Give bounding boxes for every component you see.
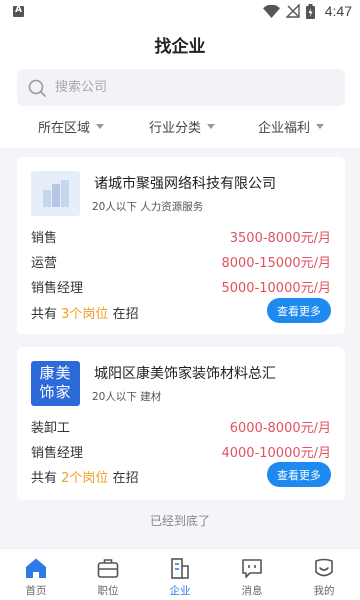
company-logo: 康美 饰家 [31,361,80,406]
status-time: 4:47 [324,3,352,19]
wifi-icon [262,4,280,18]
header: 找企业 所在区域 行业分类 企业福利 [0,24,360,148]
caret-down-icon [207,123,216,129]
job-row[interactable]: 销售 3500-8000元/月 [31,227,331,247]
job-salary: 8000-15000元/月 [221,256,331,271]
tab-label: 我的 [313,585,335,597]
summary-prefix: 共有 [31,471,58,486]
tab-home[interactable]: 首页 [0,549,72,600]
filter-benefits-label: 企业福利 [258,120,311,136]
job-summary: 共有 2个岗位 在招 [31,467,139,486]
company-meta: 20人以下 人力资源服务 [92,201,204,213]
search-input[interactable] [55,69,335,106]
tab-label: 职位 [97,585,119,597]
company-name: 城阳区康美饰家装饰材料总汇 [94,366,276,382]
job-title: 运营 [31,256,58,271]
summary-suffix: 在招 [112,471,139,486]
company-meta: 20人以下 建材 [92,391,162,403]
filter-industry-label: 行业分类 [149,120,202,136]
summary-suffix: 在招 [112,307,139,322]
job-salary: 5000-10000元/月 [221,281,331,296]
job-salary: 6000-8000元/月 [229,421,331,436]
job-salary: 4000-10000元/月 [221,446,331,461]
job-title: 销售经理 [31,281,84,296]
company-logo [31,171,80,216]
message-icon [242,559,262,578]
status-icons: 4:47 [262,3,352,19]
tab-companies[interactable]: 企业 [144,549,216,600]
job-salary: 3500-8000元/月 [229,231,331,246]
job-row[interactable]: 装卸工 6000-8000元/月 [31,417,331,437]
status-bar: 4:47 [0,0,360,24]
tab-messages[interactable]: 消息 [216,549,288,600]
job-row[interactable]: 销售经理 4000-10000元/月 [31,442,331,462]
company-icon [171,558,189,579]
filter-region[interactable]: 所在区域 [38,114,105,138]
tab-jobs[interactable]: 职位 [72,549,144,600]
tab-label: 首页 [25,585,47,597]
profile-icon [315,558,333,577]
view-more-button[interactable]: 查看更多 [267,298,331,323]
search-box[interactable] [17,69,345,106]
page-title: 找企业 [154,37,206,57]
logo-text-line: 饰家 [39,383,72,401]
filter-industry[interactable]: 行业分类 [149,114,216,138]
company-card[interactable]: 诸城市聚强网络科技有限公司 20人以下 人力资源服务 销售 3500-8000元… [17,157,345,334]
caret-down-icon [96,123,105,129]
tab-profile[interactable]: 我的 [288,549,360,600]
tab-label: 消息 [241,585,263,597]
company-card[interactable]: 康美 饰家 城阳区康美饰家装饰材料总汇 20人以下 建材 装卸工 6000-80… [17,347,345,500]
home-icon [26,558,46,578]
job-title: 销售 [31,231,58,246]
notification-icon [13,5,24,17]
filter-bar: 所在区域 行业分类 企业福利 [0,114,360,138]
job-row[interactable]: 运营 8000-15000元/月 [31,252,331,272]
job-title: 装卸工 [31,421,71,436]
view-more-button[interactable]: 查看更多 [267,462,331,487]
filter-region-label: 所在区域 [38,120,91,136]
briefcase-icon [97,559,119,578]
summary-prefix: 共有 [31,307,58,322]
tab-label: 企业 [169,585,191,597]
caret-down-icon [316,123,325,129]
bottom-tab-bar: 首页 职位 企业 消息 我的 [0,548,360,600]
battery-icon [305,3,315,19]
job-row[interactable]: 销售经理 5000-10000元/月 [31,277,331,297]
job-title: 销售经理 [31,446,84,461]
job-count: 2个岗位 [61,471,109,486]
search-icon [28,79,46,97]
end-of-list-text: 已经到底了 [149,514,210,528]
logo-text-line: 康美 [39,364,72,382]
building-icon [43,180,69,207]
no-signal-icon [285,4,300,18]
job-summary: 共有 3个岗位 在招 [31,303,139,322]
company-name: 诸城市聚强网络科技有限公司 [94,176,276,192]
job-count: 3个岗位 [61,307,109,322]
filter-benefits[interactable]: 企业福利 [258,114,325,138]
